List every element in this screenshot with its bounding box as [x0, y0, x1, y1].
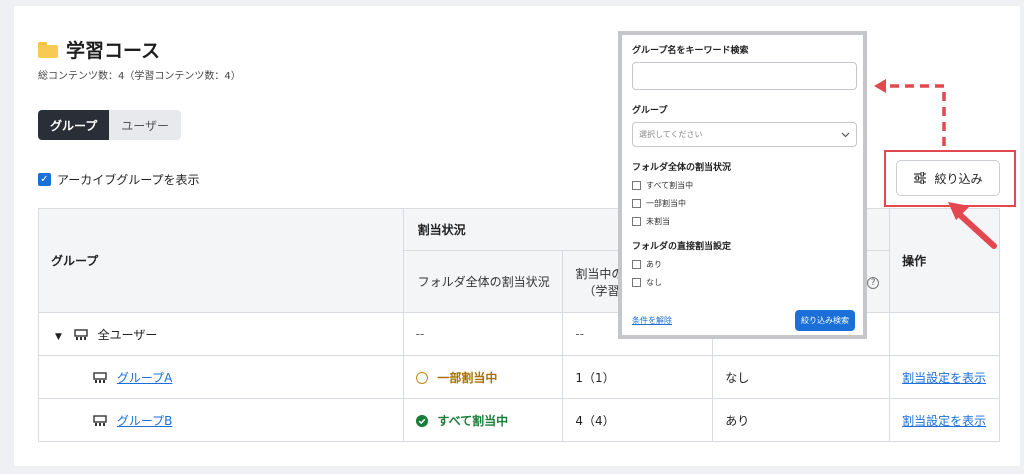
group-select-placeholder: 選択してください: [639, 130, 703, 139]
table-row: グループB すべて割当中 4（4） あり 割当設定を表示: [38, 398, 1000, 442]
assigned-count: 1（1）: [562, 355, 714, 399]
filter-search-button[interactable]: 絞り込み検索: [795, 310, 855, 331]
filter-panel-footer: 条件を解除 絞り込み検索: [632, 310, 855, 331]
checkbox-icon[interactable]: [632, 278, 641, 287]
status-option-partial[interactable]: 一部割当中: [632, 198, 855, 209]
annotation-arrows: [874, 79, 997, 249]
direct-setting: なし: [712, 355, 891, 399]
group-link[interactable]: グループB: [117, 414, 173, 428]
archive-toggle-label: アーカイブグループを表示: [57, 173, 200, 187]
checkbox-icon[interactable]: [632, 260, 641, 269]
expand-caret-icon[interactable]: ▼: [55, 332, 62, 342]
assigned-count: 4（4）: [562, 398, 714, 442]
page-header: 学習コース: [38, 36, 160, 63]
partial-status-icon: [415, 371, 428, 384]
view-assignment-link[interactable]: 割当設定を表示: [902, 371, 986, 385]
archive-toggle[interactable]: ✓ アーカイブグループを表示: [38, 171, 200, 188]
status-option-all[interactable]: すべて割当中: [632, 180, 855, 191]
action-cell: [889, 312, 1000, 356]
pointer-arrow-line: [956, 211, 997, 249]
clear-conditions-link[interactable]: 条件を解除: [632, 315, 672, 326]
status-option-unassigned[interactable]: 未割当: [632, 216, 855, 227]
group-select[interactable]: 選択してください: [632, 122, 857, 147]
page-title: 学習コース: [66, 40, 161, 62]
header-group: グループ: [38, 208, 404, 313]
view-assignment-link[interactable]: 割当設定を表示: [902, 414, 986, 428]
checkbox-checked-icon[interactable]: ✓: [38, 173, 51, 186]
keyword-search-input[interactable]: [632, 62, 857, 90]
option-label: なし: [646, 278, 662, 287]
folder-status: 一部割当中: [437, 370, 498, 385]
group-link[interactable]: グループA: [117, 371, 173, 385]
dashed-arrow-head-icon: [874, 79, 886, 93]
header-folder-status: フォルダ全体の割当状況: [402, 250, 564, 313]
keyword-label: グループ名をキーワード検索: [632, 46, 749, 56]
option-label: すべて割当中: [646, 181, 694, 190]
content-count: 総コンテンツ数：4（学習コンテンツ数：4）: [38, 71, 241, 82]
help-icon[interactable]: ?: [867, 277, 880, 289]
option-label: 未割当: [646, 217, 670, 226]
checkbox-icon[interactable]: [632, 199, 641, 208]
option-label: 一部割当中: [646, 199, 686, 208]
folder-status: --: [402, 312, 564, 356]
check-circle-icon: [415, 414, 428, 427]
direct-filter-label: フォルダの直接割当設定: [632, 242, 732, 252]
direct-setting: あり: [712, 398, 891, 442]
group-select-label: グループ: [632, 106, 668, 116]
table-row: グループA 一部割当中 1（1） なし 割当設定を表示: [38, 355, 1000, 399]
direct-option-yes[interactable]: あり: [632, 259, 855, 270]
group-name: 全ユーザー: [97, 327, 158, 342]
direct-option-no[interactable]: なし: [632, 277, 855, 288]
tab-user[interactable]: ユーザー: [109, 110, 182, 140]
group-icon: [74, 328, 88, 340]
dashed-arrow-line: [882, 84, 946, 146]
group-icon: [93, 414, 107, 426]
chevron-down-icon: [841, 132, 850, 137]
tab-group[interactable]: グループ: [38, 110, 110, 140]
folder-status-filter-label: フォルダ全体の割当状況: [632, 163, 732, 173]
folder-icon: [38, 41, 58, 58]
view-toggle: グループ ユーザー: [38, 110, 182, 140]
checkbox-icon[interactable]: [632, 217, 641, 226]
filter-panel: グループ名をキーワード検索 グループ 選択してください フォルダ全体の割当状況 …: [618, 31, 867, 339]
option-label: あり: [646, 260, 662, 269]
checkbox-icon[interactable]: [632, 181, 641, 190]
group-icon: [93, 371, 107, 383]
folder-status: すべて割当中: [437, 413, 509, 428]
